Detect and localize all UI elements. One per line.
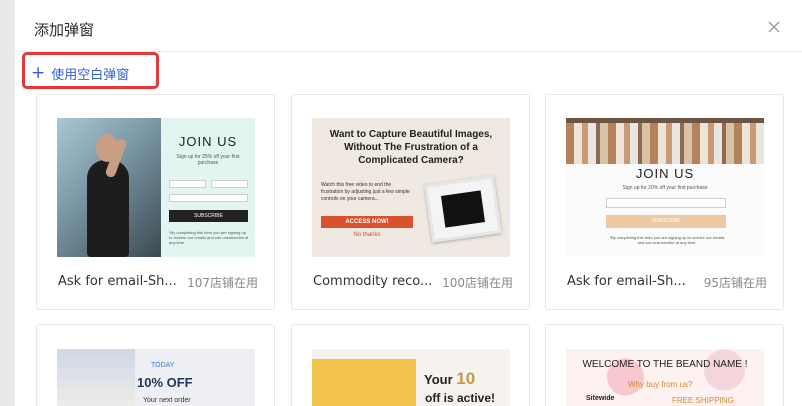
template-name: Commodity reco... xyxy=(313,274,433,289)
preview-right: FREE SHIPPING xyxy=(672,396,734,405)
preview-heading: JOIN US xyxy=(635,166,695,181)
preview-offer: Sign up for 20% off your first purchase xyxy=(622,185,708,191)
product-photo xyxy=(312,359,416,406)
preview-label: TODAY xyxy=(151,362,175,369)
add-popup-dialog: 添加弹窗 + 使用空白弹窗 JOIN US Sign up for 25% of… xyxy=(15,0,802,406)
template-card[interactable]: JOIN US Sign up for 20% off your first p… xyxy=(545,94,784,310)
email-field xyxy=(169,194,248,202)
template-card[interactable]: Want to Capture Beautiful Images, Withou… xyxy=(291,94,530,310)
preview-description: Watch this free video to end the frustra… xyxy=(321,182,410,202)
plus-icon: + xyxy=(31,62,46,83)
template-card[interactable]: JOIN US Sign up for 25% off your first p… xyxy=(36,94,275,310)
template-card[interactable]: WELCOME TO THE BEAND NAME ! Why buy from… xyxy=(545,324,784,406)
preview-heading: Your xyxy=(424,372,453,387)
last-name-field xyxy=(211,180,248,188)
first-name-field xyxy=(169,180,206,188)
template-preview: JOIN US Sign up for 20% off your first p… xyxy=(566,118,764,257)
subscribe-button: SUBSCRIBE xyxy=(169,210,248,222)
template-preview: WELCOME TO THE BEAND NAME ! Why buy from… xyxy=(566,349,764,406)
preview-fine-print: *By completing this form you are signing… xyxy=(609,235,725,245)
template-card[interactable]: TODAY 10% OFF Your next order xyxy=(36,324,275,406)
template-usage: 95店铺在用 xyxy=(703,276,767,290)
model-photo xyxy=(57,118,161,257)
template-preview: Your 10 off is active! xyxy=(312,349,510,406)
email-field xyxy=(606,198,726,208)
use-blank-popup-label: 使用空白弹窗 xyxy=(51,67,130,83)
preview-number: 10 xyxy=(456,369,476,388)
preview-fine-print: *By completing this form you are signing… xyxy=(169,230,249,245)
dialog-title: 添加弹窗 xyxy=(34,21,95,39)
preview-sub: Your next order xyxy=(143,397,191,404)
template-card[interactable]: Your 10 off is active! xyxy=(291,324,530,406)
template-preview: TODAY 10% OFF Your next order xyxy=(57,349,255,406)
preview-left: Sitewide xyxy=(586,395,615,402)
template-preview: JOIN US Sign up for 25% off your first p… xyxy=(57,118,255,257)
preview-sub: off is active! xyxy=(425,391,496,405)
tablet-image xyxy=(424,175,502,243)
access-now-button: ACCESS NOW! xyxy=(321,216,413,228)
close-icon[interactable] xyxy=(765,18,783,36)
use-blank-popup-button[interactable]: + 使用空白弹窗 xyxy=(31,63,129,83)
template-name: Ask for email-Sh... xyxy=(58,274,177,289)
preview-offer: Sign up for 25% off your first purchase xyxy=(176,154,240,166)
no-thanks-link: No thanks xyxy=(353,232,381,238)
preview-heading: WELCOME TO THE BEAND NAME ! xyxy=(582,359,748,370)
template-usage: 107店铺在用 xyxy=(187,276,258,290)
preview-heading: 10% OFF xyxy=(137,375,193,390)
template-preview: Want to Capture Beautiful Images, Withou… xyxy=(312,118,510,257)
template-name: Ask for email-Sh... xyxy=(567,274,686,289)
clothing-rack-image xyxy=(566,118,764,164)
beach-photo xyxy=(57,349,135,406)
template-usage: 100店铺在用 xyxy=(442,276,513,290)
preview-question: Why buy from us? xyxy=(628,380,693,389)
preview-heading: JOIN US xyxy=(178,134,238,149)
subscribe-button: SUBSCRIBE xyxy=(606,215,726,228)
preview-heading: Want to Capture Beautiful Images, Withou… xyxy=(329,129,493,166)
dialog-header: 添加弹窗 xyxy=(15,0,802,52)
